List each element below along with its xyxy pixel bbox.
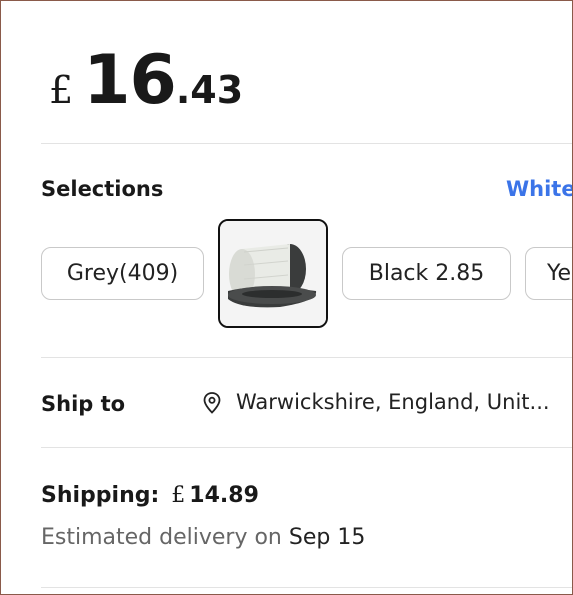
divider xyxy=(41,587,572,588)
variant-option-label: Black 2.85 xyxy=(368,261,485,286)
ship-to-label: Ship to xyxy=(41,392,126,416)
variant-option-grey[interactable]: Grey(409) xyxy=(41,247,204,300)
variant-option-yellow[interactable]: Ye xyxy=(525,247,572,300)
divider xyxy=(41,143,572,144)
variant-option-label: Ye xyxy=(547,261,572,286)
variant-option-label: Grey(409) xyxy=(66,261,179,286)
ship-to-location[interactable]: Warwickshire, England, Unit... xyxy=(236,390,572,414)
price-currency: £ xyxy=(49,68,74,112)
shipping-amount: 14.89 xyxy=(189,483,259,508)
shipping-label: Shipping: xyxy=(41,483,160,508)
white-filament-spool-image xyxy=(220,221,326,326)
delivery-date: Sep 15 xyxy=(288,525,366,550)
selections-label: Selections xyxy=(41,177,164,201)
estimated-delivery: Estimated delivery on Sep 15 xyxy=(41,525,365,550)
divider xyxy=(41,357,572,358)
price-decimal: .43 xyxy=(175,68,244,112)
product-panel: £16.43 Selections White Grey(409) Black … xyxy=(0,0,573,595)
delivery-prefix: Estimated delivery on xyxy=(41,525,282,550)
variant-option-white-selected[interactable] xyxy=(218,219,328,328)
price-integer: 16 xyxy=(83,41,177,120)
divider xyxy=(41,447,572,448)
variant-option-black[interactable]: Black 2.85 xyxy=(342,247,511,300)
selected-variant-value: White xyxy=(506,177,573,201)
map-pin-icon xyxy=(201,391,223,419)
shipping-currency: £ xyxy=(171,483,186,508)
product-price: £16.43 xyxy=(49,47,243,115)
shipping-cost: Shipping: £14.89 xyxy=(41,483,259,508)
